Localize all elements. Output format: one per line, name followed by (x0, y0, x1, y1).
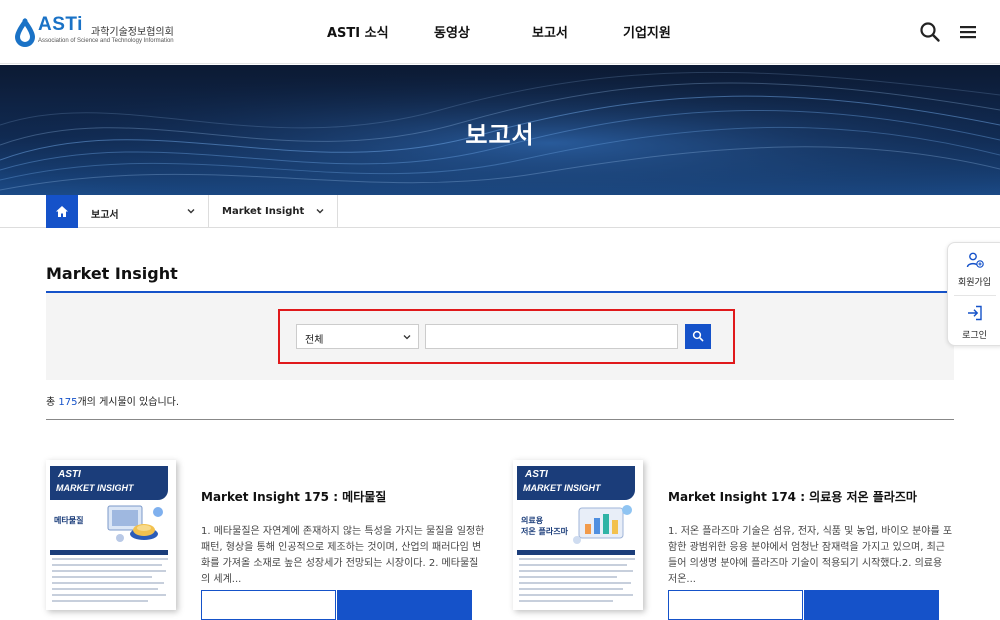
chevron-down-icon (187, 209, 195, 214)
user-add-icon (966, 252, 984, 268)
metamaterial-illustration-icon (107, 505, 163, 542)
report-card: ASTI MARKET INSIGHT 의료용 저온 플라즈마 Market I… (513, 460, 953, 620)
report-download-button[interactable] (804, 590, 939, 620)
logo-drop-icon (15, 18, 35, 47)
main-nav: ASTI 소식 동영상 보고서 기업지원 (300, 22, 720, 44)
breadcrumb: 보고서 Market Insight (0, 195, 1000, 228)
login-icon (968, 305, 982, 321)
breadcrumb-label: Market Insight (222, 206, 305, 217)
chevron-down-icon (316, 209, 324, 214)
report-title[interactable]: Market Insight 174 : 의료용 저온 플라즈마 (668, 488, 917, 505)
search-input[interactable] (425, 324, 678, 349)
quick-menu-label: 로그인 (962, 331, 987, 341)
report-thumbnail[interactable]: ASTI MARKET INSIGHT 메타물질 (46, 460, 176, 610)
breadcrumb-dropdown-market-insight[interactable]: Market Insight (209, 195, 338, 228)
thumbnail-header: ASTI MARKET INSIGHT (50, 466, 168, 500)
site-header: ASTi 과학기술정보협의회 Association of Science an… (0, 0, 1000, 64)
quick-menu: 회원가입 로그인 (947, 242, 1000, 346)
search-icon (692, 330, 704, 342)
thumbnail-text-lines (52, 558, 168, 602)
thumbnail-brand: ASTI (525, 469, 548, 480)
list-divider (46, 419, 954, 420)
thumbnail-series: MARKET INSIGHT (523, 483, 601, 493)
thumbnail-text-lines (519, 558, 635, 602)
thumbnail-series: MARKET INSIGHT (56, 483, 134, 493)
search-icon[interactable] (918, 20, 942, 44)
post-count-number: 175 (58, 397, 78, 408)
thumbnail-topic: 의료용 저온 플라즈마 (521, 516, 568, 536)
breadcrumb-home[interactable] (46, 195, 78, 228)
page-title: Market Insight (46, 264, 178, 283)
site-logo[interactable]: ASTi 과학기술정보협의회 Association of Science an… (12, 10, 182, 52)
quick-menu-login[interactable]: 로그인 (948, 296, 1000, 346)
logo-org-name-en: Association of Science and Technology In… (38, 38, 174, 44)
plasma-illustration-icon (573, 505, 632, 544)
nav-item-reports[interactable]: 보고서 (532, 22, 568, 41)
thumbnail-header: ASTI MARKET INSIGHT (517, 466, 635, 500)
post-count: 총 175개의 게시물이 있습니다. (46, 393, 179, 408)
report-download-button[interactable] (337, 590, 472, 620)
post-count-suffix: 개의 게시물이 있습니다. (77, 397, 180, 408)
logo-org-name-kr: 과학기술정보협의회 (91, 27, 174, 38)
logo-brand: ASTi (38, 14, 83, 35)
nav-item-business-support[interactable]: 기업지원 (623, 22, 671, 41)
breadcrumb-dropdown-reports[interactable]: 보고서 (78, 195, 209, 228)
nav-item-videos[interactable]: 동영상 (434, 22, 470, 41)
report-view-button[interactable] (201, 590, 336, 620)
nav-item-asti-news[interactable]: ASTI 소식 (327, 22, 389, 41)
banner-title: 보고서 (465, 121, 535, 149)
thumbnail-band (517, 550, 635, 555)
search-category-select[interactable]: 전체 (296, 324, 419, 349)
report-card: ASTI MARKET INSIGHT 메타물질 Market Insight … (46, 460, 486, 620)
search-category-value: 전체 (305, 335, 324, 346)
home-icon (56, 206, 68, 217)
thumbnail-topic: 메타물질 (54, 516, 84, 525)
chevron-down-icon (403, 335, 411, 340)
report-description: 1. 저온 플라즈마 기술은 섬유, 전자, 식품 및 농업, 바이오 분야를 … (668, 526, 953, 585)
hamburger-menu-icon[interactable] (956, 20, 980, 44)
search-button[interactable] (685, 324, 711, 349)
quick-menu-signup[interactable]: 회원가입 (948, 243, 1000, 293)
post-count-prefix: 총 (46, 397, 59, 408)
report-title[interactable]: Market Insight 175 : 메타물질 (201, 488, 386, 505)
thumbnail-band (50, 550, 168, 555)
report-thumbnail[interactable]: ASTI MARKET INSIGHT 의료용 저온 플라즈마 (513, 460, 643, 610)
page-banner: 보고서 (0, 65, 1000, 195)
report-view-button[interactable] (668, 590, 803, 620)
thumbnail-brand: ASTI (58, 469, 81, 480)
report-description: 1. 메타물질은 자연계에 존재하지 않는 특성을 가지는 물질을 일정한 패턴… (201, 526, 485, 585)
quick-menu-label: 회원가입 (957, 278, 992, 288)
breadcrumb-label: 보고서 (91, 210, 119, 221)
